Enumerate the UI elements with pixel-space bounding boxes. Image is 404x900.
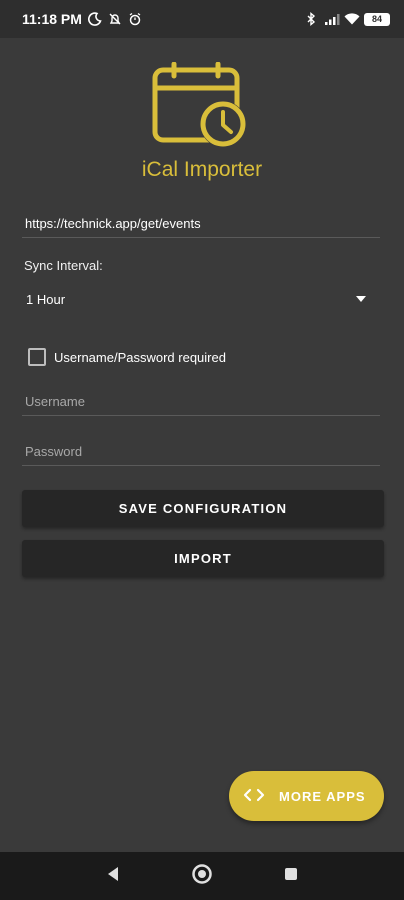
save-configuration-button[interactable]: SAVE CONFIGURATION xyxy=(22,490,384,527)
status-left: 11:18 PM xyxy=(22,11,142,27)
app-title: iCal Importer xyxy=(141,158,263,181)
alarm-off-icon xyxy=(108,12,122,26)
auth-required-row[interactable]: Username/Password required xyxy=(28,348,226,366)
wifi-icon xyxy=(344,12,360,26)
url-input[interactable]: https://technick.app/get/events xyxy=(22,212,380,238)
sync-interval-label: Sync Interval: xyxy=(24,258,103,273)
system-nav-bar xyxy=(0,852,404,900)
home-icon[interactable] xyxy=(191,863,213,890)
status-right: 84 xyxy=(304,12,390,26)
alarm-icon xyxy=(128,12,142,26)
status-time: 11:18 PM xyxy=(22,11,82,27)
signal-icon xyxy=(324,12,340,26)
back-icon[interactable] xyxy=(105,865,121,888)
username-input[interactable]: Username xyxy=(22,390,380,416)
auth-required-label: Username/Password required xyxy=(54,349,226,365)
dropdown-arrow-icon xyxy=(356,296,366,302)
more-apps-button[interactable]: MORE APPS xyxy=(229,771,384,821)
import-button[interactable]: IMPORT xyxy=(22,540,384,577)
battery-icon: 84 xyxy=(364,12,390,26)
password-input[interactable]: Password xyxy=(22,440,380,466)
moon-icon xyxy=(87,12,102,26)
recents-icon[interactable] xyxy=(283,866,299,887)
more-apps-label: MORE APPS xyxy=(279,788,366,804)
calendar-clock-icon xyxy=(150,61,250,152)
auth-required-checkbox[interactable] xyxy=(28,348,46,366)
sync-interval-value: 1 Hour xyxy=(26,291,66,307)
bluetooth-icon xyxy=(304,12,318,26)
sync-interval-select[interactable]: 1 Hour xyxy=(22,286,380,312)
status-bar: 11:18 PM 84 xyxy=(0,0,404,38)
code-icon xyxy=(243,787,265,806)
